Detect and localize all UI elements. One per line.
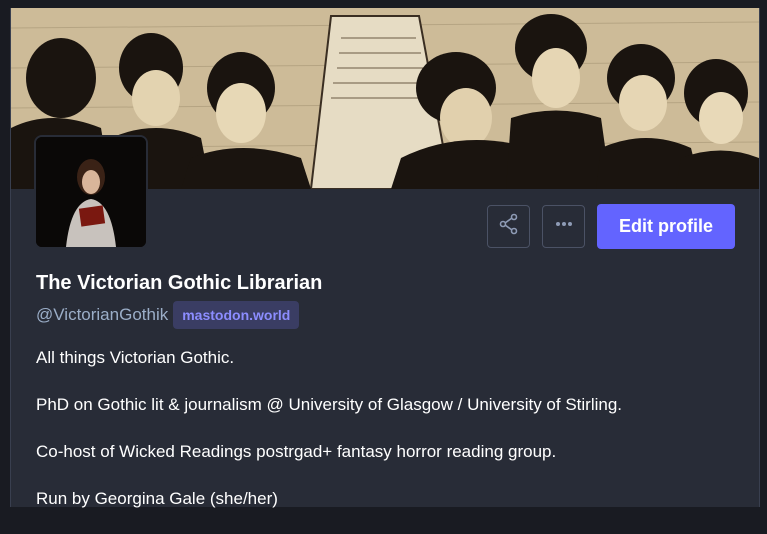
account-handle: @VictorianGothik xyxy=(36,305,169,324)
more-options-icon xyxy=(553,213,575,240)
more-options-button[interactable] xyxy=(542,205,585,248)
share-icon xyxy=(498,213,520,240)
profile-actions: Edit profile xyxy=(487,204,735,249)
profile-bio: All things Victorian Gothic. PhD on Goth… xyxy=(36,346,736,534)
display-name: The Victorian Gothic Librarian xyxy=(36,272,323,294)
profile-card: Edit profile The Victorian Gothic Librar… xyxy=(10,8,760,508)
edit-profile-button[interactable]: Edit profile xyxy=(597,204,735,249)
share-button[interactable] xyxy=(487,205,530,248)
handle-row: @VictorianGothik mastodon.world xyxy=(36,301,322,329)
domain-badge[interactable]: mastodon.world xyxy=(173,301,300,329)
profile-names: The Victorian Gothic Librarian @Victoria… xyxy=(36,271,322,329)
bio-line: Co-host of Wicked Readings postrgad+ fan… xyxy=(36,442,557,461)
bio-line: All things Victorian Gothic. xyxy=(36,348,235,367)
bio-line: PhD on Gothic lit & journalism @ Univers… xyxy=(36,395,623,414)
profile-avatar[interactable] xyxy=(34,135,148,249)
